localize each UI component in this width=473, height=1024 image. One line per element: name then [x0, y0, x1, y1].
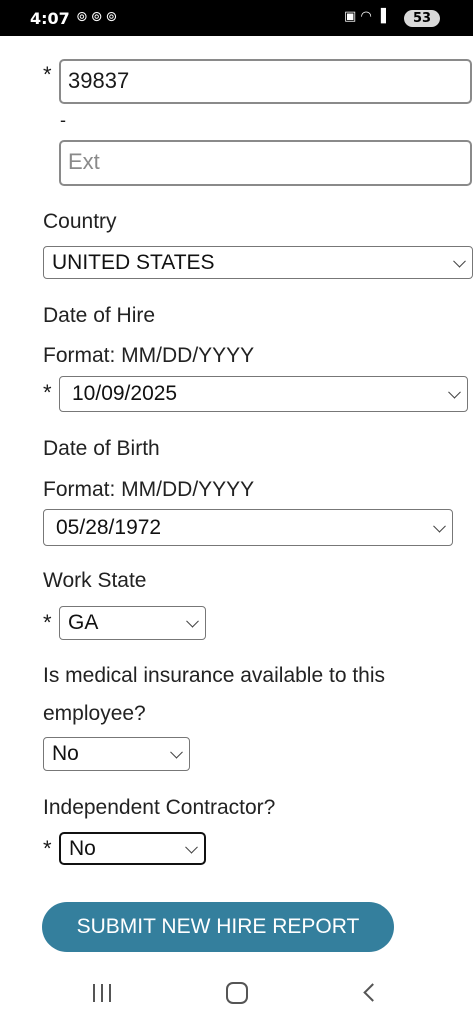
hire-date-value: 10/09/2025	[72, 382, 178, 405]
hire-date-label: Date of Hire	[43, 304, 156, 327]
required-marker: *	[43, 62, 52, 87]
phone-separator: -	[60, 110, 66, 130]
required-marker: *	[43, 380, 52, 405]
country-select[interactable]: UNITED STATES	[43, 246, 473, 279]
battery-indicator: 53	[404, 10, 440, 27]
chevron-down-icon	[186, 614, 199, 628]
birth-date-label: Date of Birth	[43, 437, 160, 460]
chevron-down-icon	[448, 385, 461, 399]
contractor-label: Independent Contractor?	[43, 796, 276, 819]
back-icon[interactable]	[363, 983, 382, 1002]
threads-icon: ⊚	[90, 9, 106, 25]
birth-date-select[interactable]: 05/28/1972	[43, 509, 453, 546]
hire-date-select[interactable]: 10/09/2025	[59, 376, 468, 412]
notification-icons: ⊚⊚⊚	[76, 9, 120, 25]
medical-insurance-value: No	[52, 742, 79, 765]
system-icons: ▣ ◠ ▐	[344, 9, 386, 24]
work-state-label: Work State	[43, 569, 147, 592]
photo-icon: ▣	[344, 9, 357, 24]
work-state-value: GA	[68, 611, 99, 634]
birth-date-format: Format: MM/DD/YYYY	[43, 478, 255, 501]
submit-new-hire-report-button[interactable]: SUBMIT NEW HIRE REPORT	[42, 902, 394, 952]
navigation-bar	[0, 962, 473, 1024]
chevron-down-icon	[170, 745, 183, 759]
contractor-value: No	[69, 837, 96, 860]
required-marker: *	[43, 610, 52, 635]
birth-date-value: 05/28/1972	[56, 516, 162, 539]
hire-date-format: Format: MM/DD/YYYY	[43, 344, 255, 367]
home-icon[interactable]	[226, 982, 248, 1004]
wifi-icon: ◠	[360, 9, 372, 24]
signal-icon: ▐	[375, 9, 386, 24]
country-label: Country	[43, 210, 117, 233]
phone-number-input[interactable]: 39837	[59, 59, 472, 104]
medical-insurance-label-line2: employee?	[43, 702, 146, 725]
medical-insurance-label-line1: Is medical insurance available to this	[43, 664, 386, 687]
chevron-down-icon	[185, 840, 198, 854]
contractor-select[interactable]: No	[59, 832, 206, 865]
threads-icon: ⊚	[105, 9, 121, 25]
recents-icon[interactable]	[93, 984, 113, 1002]
work-state-select[interactable]: GA	[59, 606, 206, 640]
required-marker: *	[43, 836, 52, 861]
medical-insurance-select[interactable]: No	[43, 737, 190, 771]
chevron-down-icon	[453, 254, 466, 268]
extension-input[interactable]: Ext	[59, 140, 472, 186]
clock: 4:07	[30, 9, 70, 28]
threads-icon: ⊚	[76, 9, 91, 25]
status-bar: 4:07 ⊚⊚⊚ ▣ ◠ ▐ 53	[0, 0, 473, 36]
country-value: UNITED STATES	[52, 251, 215, 274]
chevron-down-icon	[433, 519, 446, 533]
